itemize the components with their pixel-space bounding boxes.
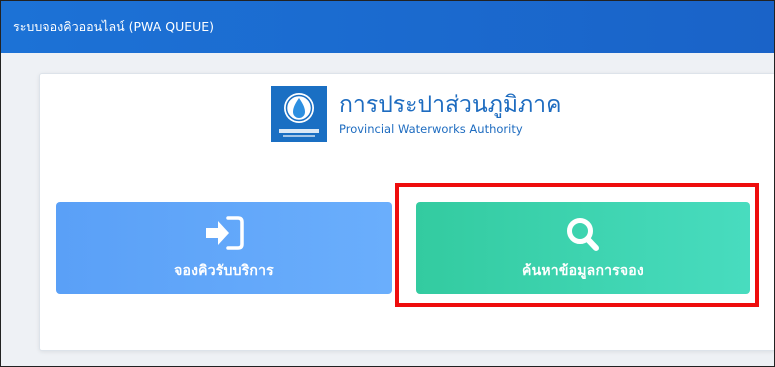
org-name-english: Provincial Waterworks Authority: [339, 122, 523, 136]
sign-in-icon: [204, 216, 244, 254]
search-booking-button[interactable]: ค้นหาข้อมูลการจอง: [416, 202, 750, 294]
org-name-thai: การประปาส่วนภูมิภาค: [339, 92, 562, 118]
top-navbar: ระบบจองคิวออนไลน์ (PWA QUEUE): [1, 1, 774, 53]
book-queue-button[interactable]: จองคิวรับบริการ: [56, 202, 392, 294]
app-title[interactable]: ระบบจองคิวออนไลน์ (PWA QUEUE): [13, 19, 214, 34]
app-window: ระบบจองคิวออนไลน์ (PWA QUEUE) การประปาส่…: [0, 0, 775, 367]
main-card: การประปาส่วนภูมิภาค Provincial Waterwork…: [39, 73, 774, 351]
pwa-logo-icon: [271, 86, 327, 142]
search-icon: [565, 216, 601, 258]
book-queue-label: จองคิวรับบริการ: [174, 263, 274, 279]
search-booking-label: ค้นหาข้อมูลการจอง: [522, 263, 644, 279]
